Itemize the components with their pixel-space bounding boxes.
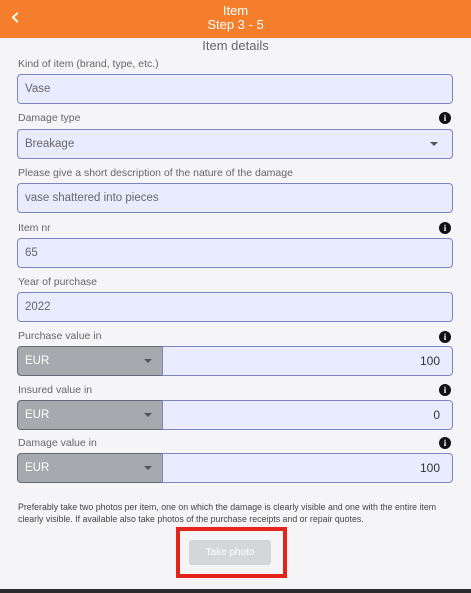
info-icon[interactable]: i <box>439 384 451 396</box>
info-icon[interactable]: i <box>439 437 451 449</box>
chevron-down-icon <box>144 359 152 363</box>
info-icon[interactable]: i <box>439 222 451 234</box>
header-step: Step 3 - 5 <box>207 17 264 32</box>
take-photo-button[interactable]: Take photo <box>189 540 271 565</box>
description-label: Please give a short description of the n… <box>18 167 293 179</box>
damage-amount-input[interactable]: 100 <box>162 453 453 483</box>
purchase-amount-input[interactable]: 100 <box>162 346 453 376</box>
damage-type-label: Damage type <box>18 112 81 124</box>
description-value: vase shattered into pieces <box>25 192 159 204</box>
year-value: 2022 <box>25 301 51 313</box>
purchase-value-label: Purchase value in <box>18 330 102 342</box>
photo-instructions: Preferably take two photos per item, one… <box>18 502 437 524</box>
damage-value-field: EUR 100 <box>17 453 453 483</box>
insured-currency-select[interactable]: EUR <box>17 400 163 430</box>
year-input[interactable]: 2022 <box>17 292 453 322</box>
chevron-down-icon <box>144 466 152 470</box>
description-input[interactable]: vase shattered into pieces <box>17 183 453 213</box>
insured-currency-value: EUR <box>25 409 50 421</box>
purchase-currency-select[interactable]: EUR <box>17 346 163 376</box>
kind-label: Kind of item (brand, type, etc.) <box>18 58 159 70</box>
header-title: Item <box>222 3 249 18</box>
chevron-down-icon <box>144 413 152 417</box>
section-title: Item details <box>202 38 269 53</box>
bottom-bar <box>0 589 471 593</box>
item-nr-input[interactable]: 65 <box>17 238 453 268</box>
year-label: Year of purchase <box>18 276 98 288</box>
damage-currency-value: EUR <box>25 462 50 474</box>
damage-value-label: Damage value in <box>18 437 97 449</box>
damage-type-select[interactable]: Breakage <box>17 129 453 159</box>
chevron-down-icon <box>430 142 438 146</box>
insured-amount-input[interactable]: 0 <box>162 400 453 430</box>
insured-value-label: Insured value in <box>18 384 93 396</box>
info-icon[interactable]: i <box>439 112 451 124</box>
purchase-value-field: EUR 100 <box>17 346 453 376</box>
damage-type-value: Breakage <box>25 138 75 150</box>
top-bar: ‹ Item Step 3 - 5 <box>0 0 471 38</box>
insured-value-field: EUR 0 <box>17 400 453 430</box>
damage-currency-select[interactable]: EUR <box>17 453 163 483</box>
item-nr-label: Item nr <box>18 222 51 234</box>
kind-value: Vase <box>25 83 51 95</box>
info-icon[interactable]: i <box>439 331 451 343</box>
kind-input[interactable]: Vase <box>17 74 453 104</box>
purchase-currency-value: EUR <box>25 355 50 367</box>
item-nr-value: 65 <box>25 247 38 259</box>
